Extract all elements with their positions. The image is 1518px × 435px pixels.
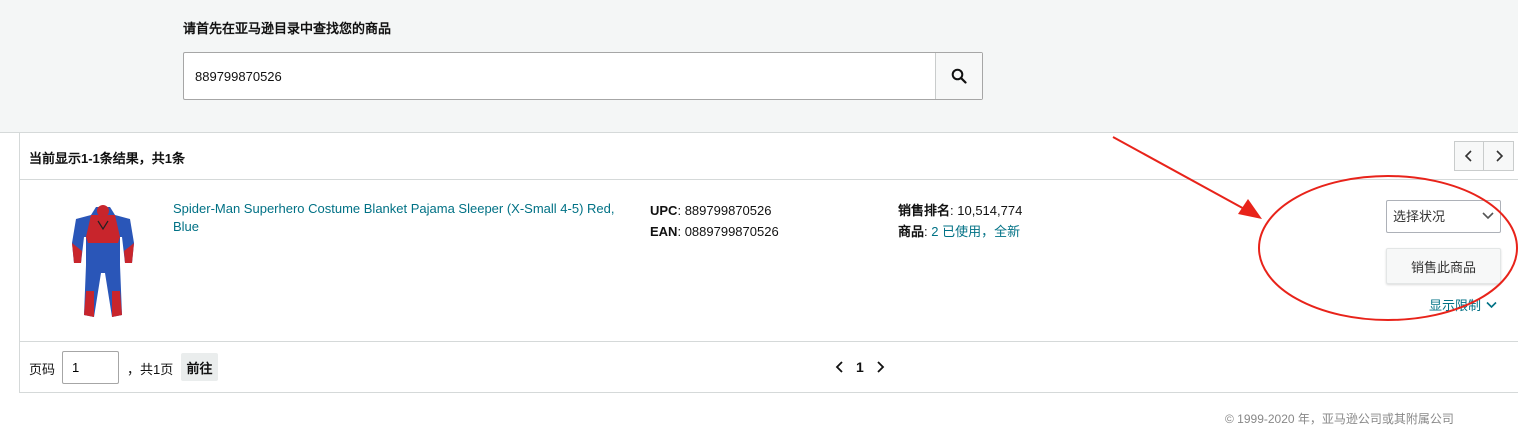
pagination-prev-button[interactable] [835,361,844,373]
sales-rank-label: 销售排名 [898,203,951,218]
sales-rank-value: 10,514,774 [957,203,1023,218]
chevron-down-icon [1486,301,1497,308]
prev-page-button[interactable] [1454,141,1484,171]
result-pager [1454,141,1514,171]
search-input[interactable] [184,53,936,99]
show-limits-label: 显示限制 [1429,298,1482,313]
pagination-next-button[interactable] [876,361,885,373]
offers-label: 商品 [898,224,925,239]
offers-link[interactable]: 2 已使用，全新 [931,224,1020,239]
chevron-right-icon [877,361,885,373]
search-section: 请首先在亚马逊目录中查找您的商品 [0,0,1518,133]
pagination-nav: 1 [835,359,885,375]
page-number-input[interactable] [62,351,119,384]
copyright-text: © 1999-2020 年，亚马逊公司或其附属公司 [1225,412,1454,426]
sell-product-button[interactable]: 销售此商品 [1386,248,1501,284]
ean-value: 0889799870526 [684,224,779,239]
search-button[interactable] [935,53,982,99]
chevron-down-icon [1482,212,1494,220]
search-icon [951,68,967,84]
product-identifiers: UPC: 889799870526 EAN: 0889799870526 [650,203,779,239]
results-header: 当前显示1-1条结果，共1条 [20,133,1518,180]
ean-label: EAN [650,224,678,239]
chevron-right-icon [1495,150,1503,162]
condition-select-value: 选择状况 [1393,209,1446,224]
current-page-number[interactable]: 1 [856,359,864,375]
page-number-label: 页码 [29,362,56,377]
results-count: 当前显示1-1条结果，共1条 [29,151,186,166]
product-title-link[interactable]: Spider-Man Superhero Costume Blanket Paj… [173,200,628,236]
upc-value: 889799870526 [684,203,772,218]
chevron-left-icon [835,361,843,373]
pagination-bar: 页码 ，共1页 前往 1 [20,343,1518,393]
search-title: 请首先在亚马逊目录中查找您的商品 [183,21,392,36]
product-stats: 销售排名: 10,514,774 商品: 2 已使用，全新 [898,203,1023,239]
show-limits-link[interactable]: 显示限制 [1429,295,1497,314]
chevron-left-icon [1464,150,1472,162]
condition-select[interactable]: 选择状况 [1386,200,1501,233]
go-button[interactable]: 前往 [181,353,218,381]
search-box [183,52,983,100]
product-image[interactable] [68,203,138,321]
upc-label: UPC [650,203,678,218]
total-pages-text: ，共1页 [127,362,174,377]
result-row: Spider-Man Superhero Costume Blanket Paj… [20,180,1518,342]
next-page-button[interactable] [1484,141,1514,171]
results-panel: 当前显示1-1条结果，共1条 Spider-Man Superhero Cost… [19,133,1518,393]
